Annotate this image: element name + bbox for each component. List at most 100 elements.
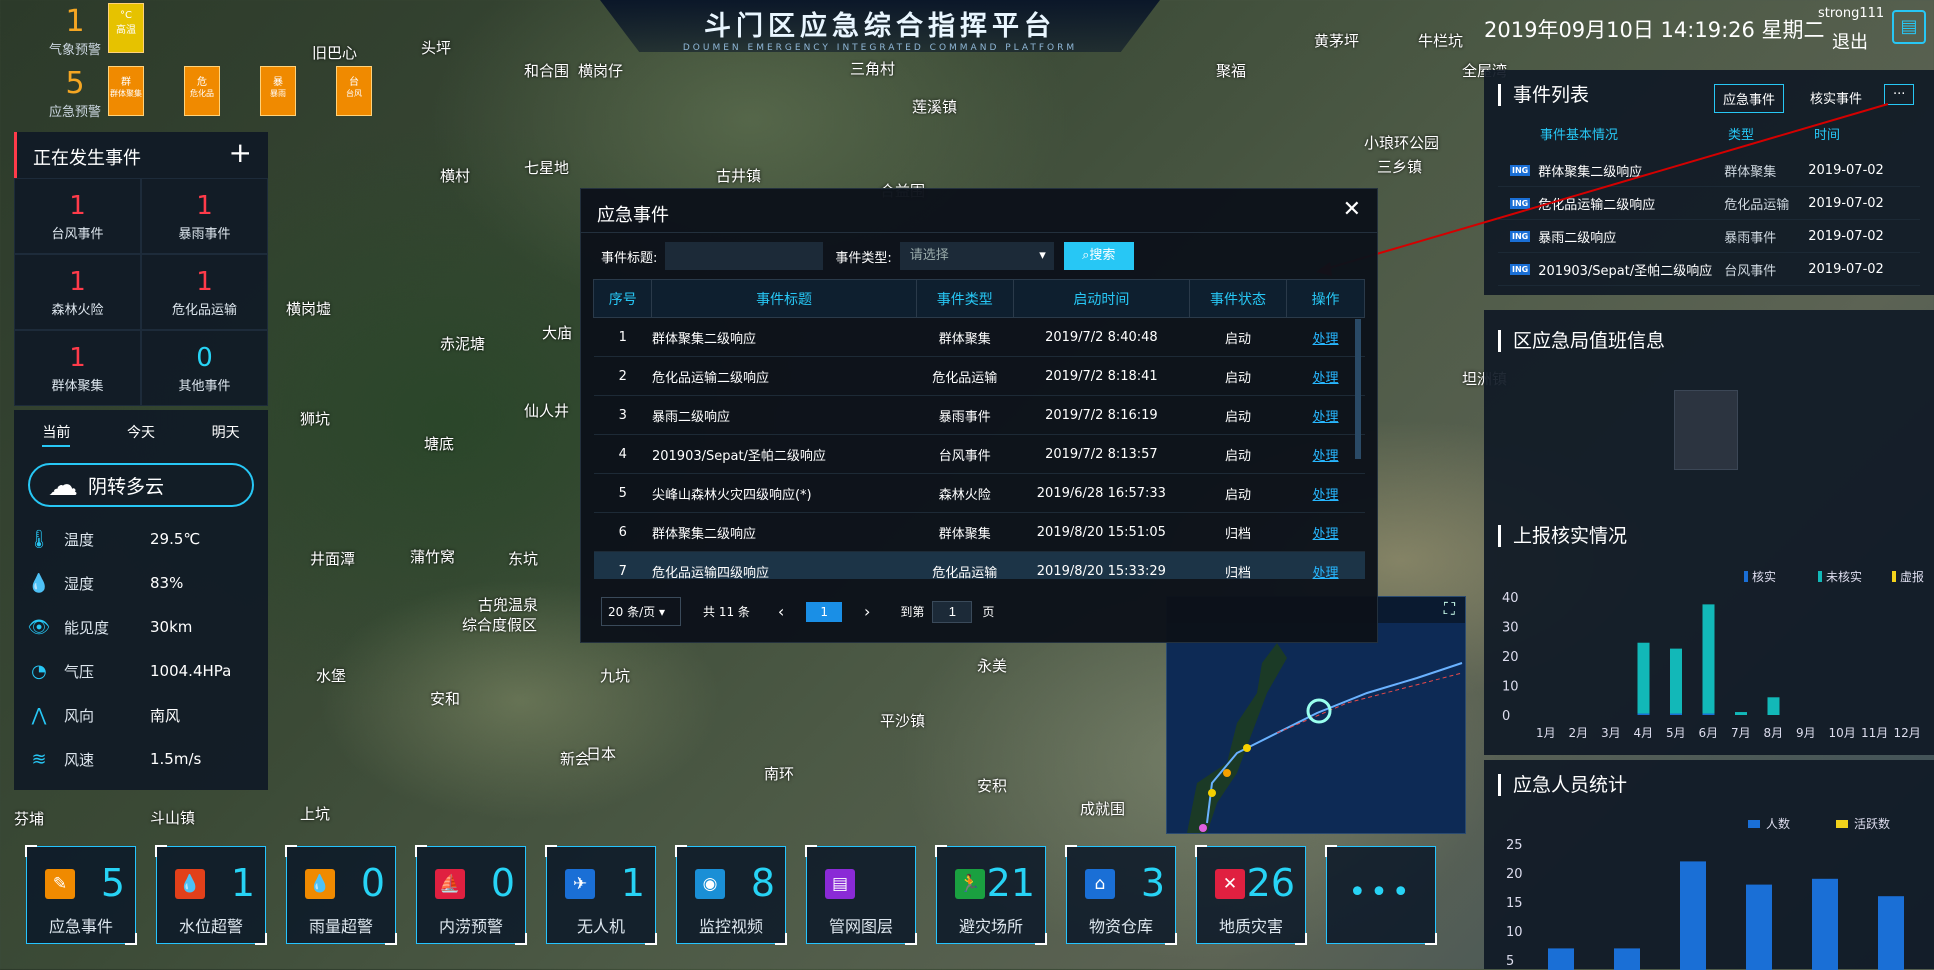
x-tick-label: 1月 <box>1536 726 1556 740</box>
bottom-card-2[interactable]: 💧 0 雨量超警 <box>285 845 397 945</box>
bottom-card-icon: ✈ <box>565 869 595 899</box>
table-row[interactable]: 1 群体聚集二级响应 群体聚集 2019/7/2 8:40:48 启动 处理 <box>593 317 1365 357</box>
process-link[interactable]: 处理 <box>1286 434 1365 474</box>
column-header: 序号 <box>593 279 653 318</box>
table-row[interactable]: 4 201903/Sepat/圣帕二级响应 台风事件 2019/7/2 8:13:57… <box>593 434 1365 474</box>
track-point <box>1223 769 1231 777</box>
message-icon[interactable]: ▤ <box>1892 10 1926 44</box>
more-button[interactable]: ··· <box>1884 84 1915 105</box>
bottom-card-1[interactable]: 💧 1 水位超警 <box>155 845 267 945</box>
ing-badge: ING <box>1510 164 1531 176</box>
bottom-card-3[interactable]: ⛵ 0 内涝预警 <box>415 845 527 945</box>
chemicals-warning-icon[interactable]: 危危化品 <box>184 66 220 116</box>
track-point <box>1243 744 1251 752</box>
close-icon[interactable]: ✕ <box>1343 197 1361 222</box>
verify-chart-title: 上报核实情况 <box>1498 525 1627 547</box>
process-link[interactable]: 处理 <box>1286 356 1365 396</box>
logout-button[interactable]: 退出 <box>1832 28 1868 54</box>
weather-warning-count[interactable]: 1 气象预警 <box>30 4 120 58</box>
event-chemicals[interactable]: 1 危化品运输 <box>141 254 268 330</box>
weather-value: 83% <box>150 574 184 592</box>
verify-bar-chart: 核实 未核实 虚报 40 30 20 10 0 1月 2月 3月 4月 5月 6月 7月 8月 9月 10月 11月… <box>1502 569 1924 740</box>
bottom-card-4[interactable]: ✈ 1 无人机 <box>545 845 657 945</box>
bottom-card-6[interactable]: ▤ 管网图层 <box>805 845 917 945</box>
goto-page-input[interactable] <box>932 600 973 623</box>
search-button[interactable]: ⌕搜索 <box>1063 242 1134 270</box>
emergency-warning-count[interactable]: 5 应急预警 <box>30 66 120 120</box>
tab-weather-tomorrow[interactable]: 明天 <box>212 422 240 447</box>
bottom-card-7[interactable]: 🏃 21 避灾场所 <box>935 845 1047 945</box>
total-count: 共 11 条 <box>703 605 750 619</box>
bottom-card-8[interactable]: ⌂ 3 物资仓库 <box>1065 845 1177 945</box>
event-list-item[interactable]: ING 危化品运输二级响应 危化品运输 2019-07-02 <box>1498 187 1920 220</box>
event-forest-fire[interactable]: 1 森林火险 <box>14 254 141 330</box>
event-rainstorm[interactable]: 1 暴雨事件 <box>141 178 268 254</box>
process-link[interactable]: 处理 <box>1286 551 1365 579</box>
next-page-icon[interactable]: › <box>864 602 870 621</box>
process-link[interactable]: 处理 <box>1286 317 1365 357</box>
table-row[interactable]: 3 暴雨二级响应 暴雨事件 2019/7/2 8:16:19 启动 处理 <box>593 395 1365 435</box>
bottom-card-9[interactable]: ✕ 26 地质灾害 <box>1195 845 1307 945</box>
bottom-card-0[interactable]: ✎ 5 应急事件 <box>25 845 137 945</box>
tab-weather-today[interactable]: 今天 <box>127 422 155 447</box>
staff-chart-title: 应急人员统计 <box>1498 774 1627 796</box>
map-label: 塘底 <box>424 435 455 453</box>
legend-swatch <box>1748 820 1760 828</box>
table-row[interactable]: 5 尖峰山森林火灾四级响应(*) 森林火险 2019/6/28 16:57:33 启动处… <box>593 473 1365 513</box>
bottom-card-count: 26 <box>1246 861 1295 905</box>
dialog-header: 应急事件 ✕ <box>581 189 1377 233</box>
legend-label: 未核实 <box>1826 569 1862 584</box>
table-row[interactable]: 2 危化品运输二级响应 危化品运输 2019/7/2 8:18:41 启动 处理 <box>593 356 1365 396</box>
typhoon-track-svg <box>1187 643 1463 833</box>
weather-row: ◔ 气压 1004.4HPa <box>14 649 268 693</box>
map-label: 九坑 <box>600 667 631 685</box>
add-event-button[interactable]: + <box>229 136 252 169</box>
event-list-item[interactable]: ING 201903/Sepat/圣帕二级响应 台风事件 2019-07-02 <box>1498 253 1920 286</box>
prev-page-icon[interactable]: ‹ <box>778 602 784 621</box>
y-tick-label: 15 <box>1506 896 1523 911</box>
heat-wave-icon[interactable]: °C 高温 <box>108 3 144 53</box>
process-link[interactable]: 处理 <box>1286 512 1365 552</box>
search-button-label: 搜索 <box>1089 248 1116 263</box>
bottom-card-10[interactable]: ••• <box>1325 845 1437 945</box>
event-typhoon[interactable]: 1 台风事件 <box>14 178 141 254</box>
current-page[interactable]: 1 <box>806 601 842 622</box>
title-filter-input[interactable] <box>665 242 824 270</box>
event-list-item[interactable]: ING 群体聚集二级响应 群体聚集 2019-07-02 <box>1498 154 1920 187</box>
process-link[interactable]: 处理 <box>1286 473 1365 513</box>
bottom-card-count: 21 <box>986 861 1035 905</box>
gathering-warning-icon[interactable]: 群群体聚集 <box>108 66 144 116</box>
table-cell: 2019/7/2 8:18:41 <box>1013 356 1190 396</box>
bottom-card-5[interactable]: ◉ 8 监控视频 <box>675 845 787 945</box>
table-row[interactable]: 7 危化品运输四级响应 危化品运输 2019/8/20 15:33:29 归档 处理 <box>593 551 1365 579</box>
fullscreen-icon[interactable]: ⛶ <box>1444 599 1455 619</box>
table-scrollbar[interactable] <box>1355 319 1361 459</box>
table-cell: 2019/7/2 8:16:19 <box>1013 395 1190 435</box>
tab-weather-current[interactable]: 当前 <box>42 422 71 447</box>
bar-staff <box>1680 861 1706 970</box>
tab-emergency-events[interactable]: 应急事件 <box>1714 84 1785 113</box>
table-cell: 群体聚集 <box>916 512 1014 552</box>
bottom-card-count: 5 <box>100 861 125 905</box>
map-label: 黄茅坪 <box>1314 32 1360 50</box>
process-link[interactable]: 处理 <box>1286 395 1365 435</box>
type-filter-select[interactable]: 请选择 ▾ <box>899 242 1054 270</box>
page-size-select[interactable]: 20 条/页 ▾ <box>601 597 681 626</box>
event-other[interactable]: 0 其他事件 <box>141 330 268 406</box>
table-row[interactable]: 6 群体聚集二级响应 群体聚集 2019/8/20 15:51:05 归档 处理 <box>593 512 1365 552</box>
map-label: 芬埔 <box>14 810 45 828</box>
bottom-card-icon: 💧 <box>305 869 335 899</box>
track-point <box>1208 789 1216 797</box>
rainstorm-warning-icon[interactable]: 暴暴雨 <box>260 66 296 116</box>
weather-value: 1004.4HPa <box>150 662 232 680</box>
table-cell: 2 <box>593 356 652 396</box>
map-label: 聚福 <box>1216 62 1247 80</box>
typhoon-warning-icon[interactable]: 台台风 <box>336 66 372 116</box>
map-label: 大庙 <box>542 324 573 342</box>
bottom-card-icon: ⌂ <box>1085 869 1115 899</box>
event-list-item[interactable]: ING 暴雨二级响应 暴雨事件 2019-07-02 <box>1498 220 1920 253</box>
event-gathering[interactable]: 1 群体聚集 <box>14 330 141 406</box>
table-cell: 2019/8/20 15:33:29 <box>1013 551 1190 579</box>
tab-verify-events[interactable]: 核实事件 <box>1810 88 1862 107</box>
bottom-card-count: 0 <box>360 861 385 905</box>
